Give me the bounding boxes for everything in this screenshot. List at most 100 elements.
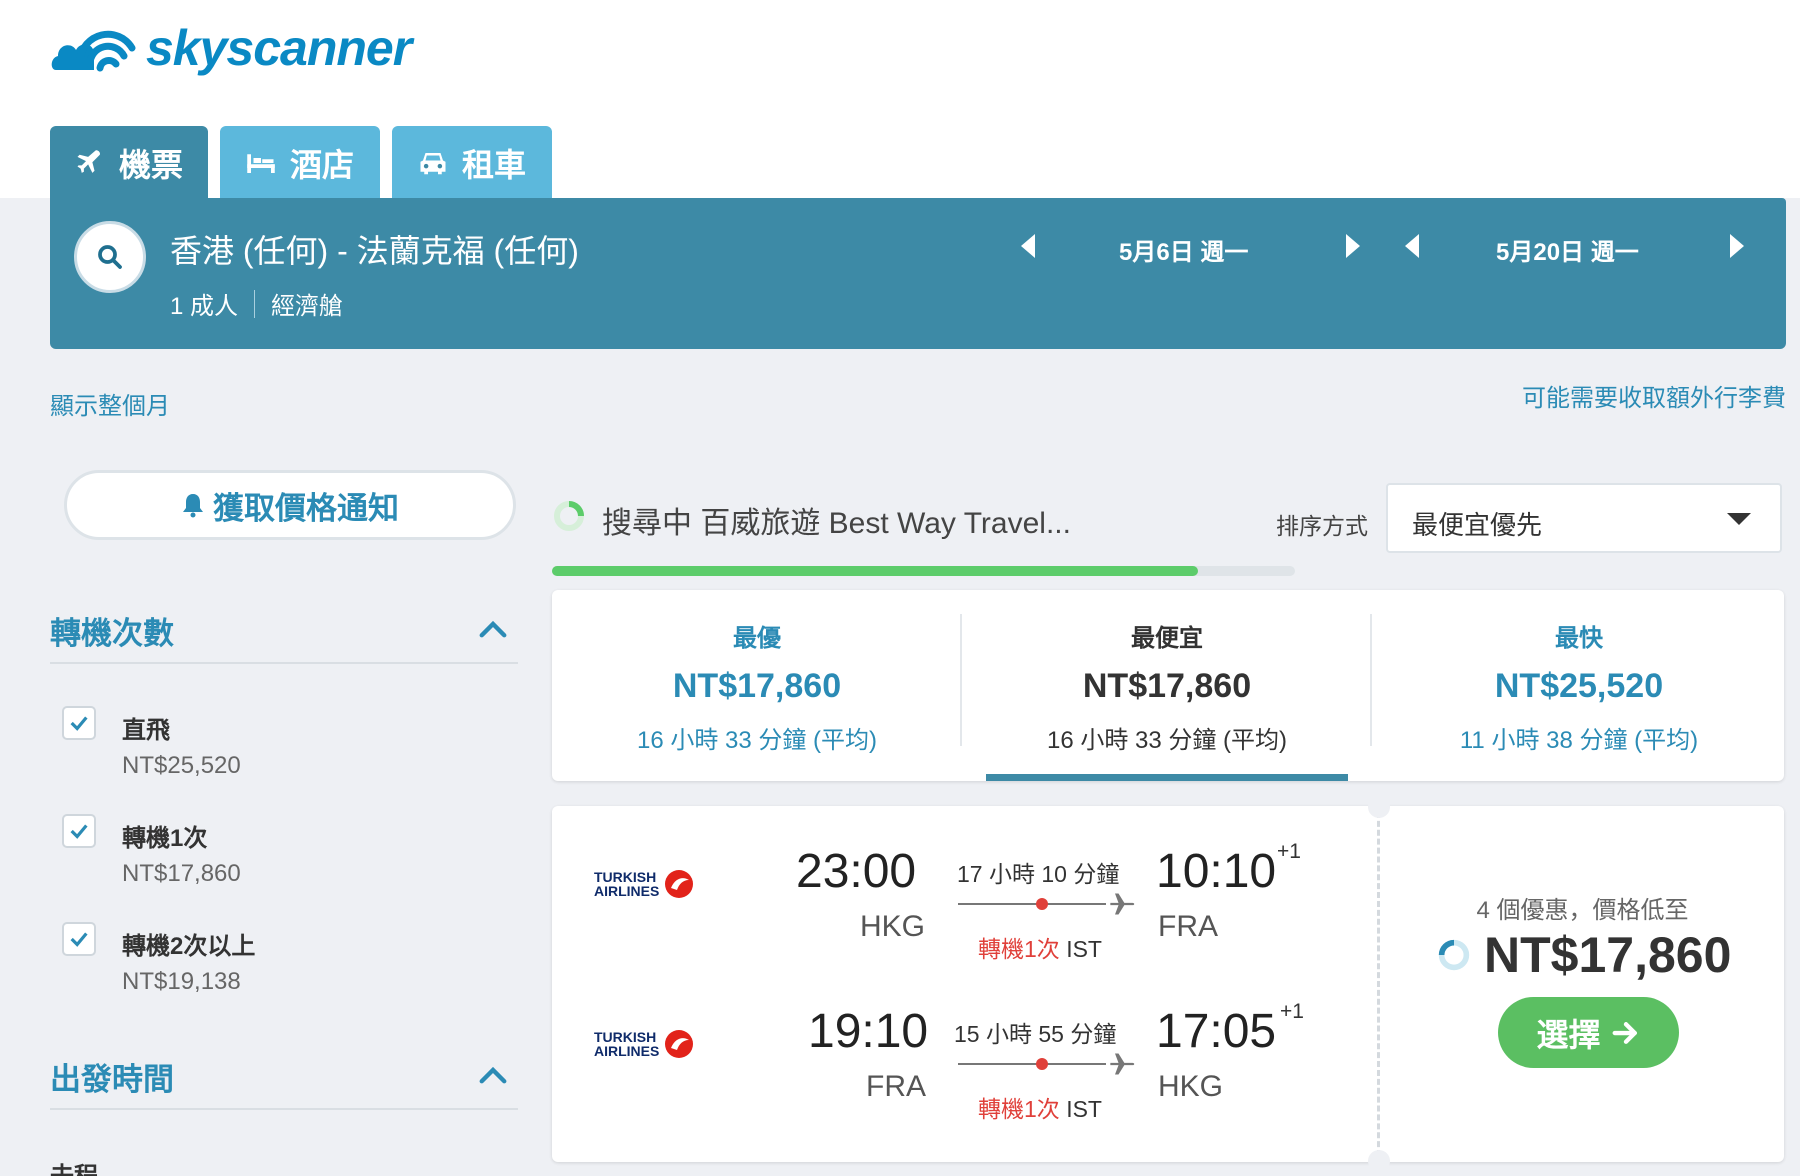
leg1-arrive-time: 10:10 [1156, 845, 1277, 898]
depart-prev-day-button[interactable] [1021, 234, 1035, 258]
search-progress-fill [552, 566, 1199, 576]
leg2-duration: 15 小時 55 分鐘 [954, 1021, 1117, 1047]
return-prev-day-button[interactable] [1405, 234, 1419, 258]
checkbox-one-stop[interactable] [62, 814, 96, 848]
sort-selected-value[interactable]: 最便宜優先 [1412, 505, 1542, 542]
checkmark-icon [70, 932, 88, 947]
bell-icon [183, 494, 203, 518]
price-alert-label: 獲取價格通知 [213, 490, 399, 526]
depart-date[interactable]: 5月6日 週一 [1119, 232, 1248, 267]
skyscanner-logo[interactable]: skyscanner [50, 18, 412, 78]
chevron-up-icon[interactable] [478, 614, 508, 644]
cabin-class: 經濟艙 [271, 293, 344, 320]
leg2-route-line [958, 1063, 1106, 1065]
lowest-price: NT$17,860 [1436, 926, 1731, 984]
airline-wordmark: TURKISH AIRLINES [594, 1029, 660, 1059]
arrow-right-icon [1612, 1021, 1637, 1044]
leg1-depart-code: HKG [860, 910, 926, 943]
checkbox-two-plus-stops[interactable] [62, 922, 96, 956]
outbound-label: 去程 [50, 1156, 98, 1176]
leg1-stop-dot [1036, 898, 1048, 910]
filter-one-stop-price: NT$17,860 [122, 860, 241, 887]
passenger-cabin-info: 1 成人 經濟艙 [170, 286, 343, 321]
summary-title: 最便宜 [1131, 625, 1203, 652]
airline-logo: TURKISH AIRLINES [594, 864, 704, 904]
summary-title: 最快 [1555, 625, 1603, 652]
brand-name: skyscanner [146, 20, 412, 76]
summary-fastest[interactable]: 最快 NT$25,520 11 小時 38 分鐘 (平均) [1374, 590, 1784, 755]
plane-icon [77, 149, 101, 173]
filter-one-stop-label[interactable]: 轉機1次 [122, 818, 207, 853]
leg1-depart-time: 23:00 [796, 845, 917, 898]
leg1-stops: 轉機1次 IST [978, 936, 1102, 962]
chevron-up-icon[interactable] [478, 1060, 508, 1090]
leg2-arrive-code: HKG [1158, 1070, 1224, 1103]
dropdown-caret-icon[interactable] [1727, 513, 1751, 525]
tab-label: 機票 [118, 146, 183, 183]
loading-spinner-icon [1438, 939, 1470, 971]
leg1-arrive-code: FRA [1158, 910, 1218, 943]
leg2-day-offset: +1 [1280, 1000, 1304, 1023]
ticket-notch [1368, 1150, 1390, 1172]
loading-spinner-icon [554, 501, 584, 531]
summary-duration: 16 小時 33 分鐘 (平均) [636, 727, 878, 754]
divider [1370, 614, 1372, 746]
tab-car-hire[interactable]: 租車 [392, 126, 552, 199]
filter-direct-label[interactable]: 直飛 [122, 710, 170, 745]
price-value: NT$17,860 [1484, 927, 1732, 983]
summary-price: NT$17,860 [1082, 667, 1252, 705]
baggage-fee-link[interactable]: 可能需要收取額外行李費 [1522, 378, 1786, 413]
depart-next-day-button[interactable] [1346, 234, 1360, 258]
return-next-day-button[interactable] [1730, 234, 1744, 258]
summary-title: 最優 [733, 625, 781, 652]
summary-price: NT$17,860 [672, 667, 842, 705]
ticket-divider [1377, 812, 1380, 1156]
leg2-stop-dot [1036, 1058, 1048, 1070]
filter-direct-price: NT$25,520 [122, 752, 241, 779]
bed-icon [247, 153, 275, 173]
checkbox-direct[interactable] [62, 706, 96, 740]
leg2-stops: 轉機1次 IST [978, 1096, 1102, 1122]
cloud-logo-icon [51, 30, 136, 72]
deals-count-text: 4 個優惠，價格低至 [1476, 897, 1689, 924]
select-flight-button[interactable]: 選擇 [1498, 997, 1679, 1068]
leg1-route-line [958, 903, 1106, 905]
separator [254, 289, 256, 318]
leg2-depart-time: 19:10 [808, 1005, 929, 1058]
selected-tab-indicator [986, 774, 1348, 781]
car-icon [420, 152, 446, 174]
plane-icon [1110, 893, 1135, 915]
tab-hotels[interactable]: 酒店 [220, 126, 380, 199]
depart-time-filter-title[interactable]: 出發時間 [50, 1054, 174, 1099]
turkish-airlines-emblem-icon [665, 1030, 694, 1058]
ticket-notch [1368, 796, 1390, 818]
plane-icon [1110, 1053, 1135, 1075]
airline-wordmark: TURKISH AIRLINES [594, 869, 660, 899]
searching-status: 搜尋中 百威旅遊 Best Way Travel... [602, 507, 1071, 540]
filter-two-plus-price: NT$19,138 [122, 968, 241, 995]
turkish-airlines-emblem-icon [665, 870, 694, 898]
route-text: 香港 (任何) - 法蘭克福 (任何) [170, 233, 579, 269]
summary-cheapest[interactable]: 最便宜 NT$17,860 16 小時 33 分鐘 (平均) [962, 590, 1372, 755]
checkmark-icon [70, 824, 88, 839]
price-alert-button[interactable]: 獲取價格通知 [64, 470, 516, 540]
leg2-depart-code: FRA [866, 1070, 926, 1103]
divider [50, 1108, 518, 1110]
leg1-duration: 17 小時 10 分鐘 [957, 861, 1120, 887]
filter-two-plus-label[interactable]: 轉機2次以上 [122, 926, 255, 961]
divider [50, 662, 518, 664]
sort-label: 排序方式 [1276, 513, 1368, 539]
stops-filter-title[interactable]: 轉機次數 [50, 608, 174, 653]
summary-best[interactable]: 最優 NT$17,860 16 小時 33 分鐘 (平均) [552, 590, 962, 755]
select-label: 選擇 [1536, 1016, 1601, 1053]
summary-duration: 16 小時 33 分鐘 (平均) [1046, 727, 1288, 754]
tab-flights[interactable]: 機票 [50, 126, 208, 199]
search-button[interactable] [74, 221, 146, 293]
summary-duration: 11 小時 38 分鐘 (平均) [1459, 727, 1699, 754]
show-whole-month-link[interactable]: 顯示整個月 [50, 386, 170, 421]
search-icon [98, 245, 122, 269]
airline-logo: TURKISH AIRLINES [594, 1024, 704, 1064]
return-date[interactable]: 5月20日 週一 [1496, 232, 1639, 267]
search-summary-bar[interactable] [50, 198, 1786, 349]
passengers: 1 成人 [170, 293, 239, 320]
